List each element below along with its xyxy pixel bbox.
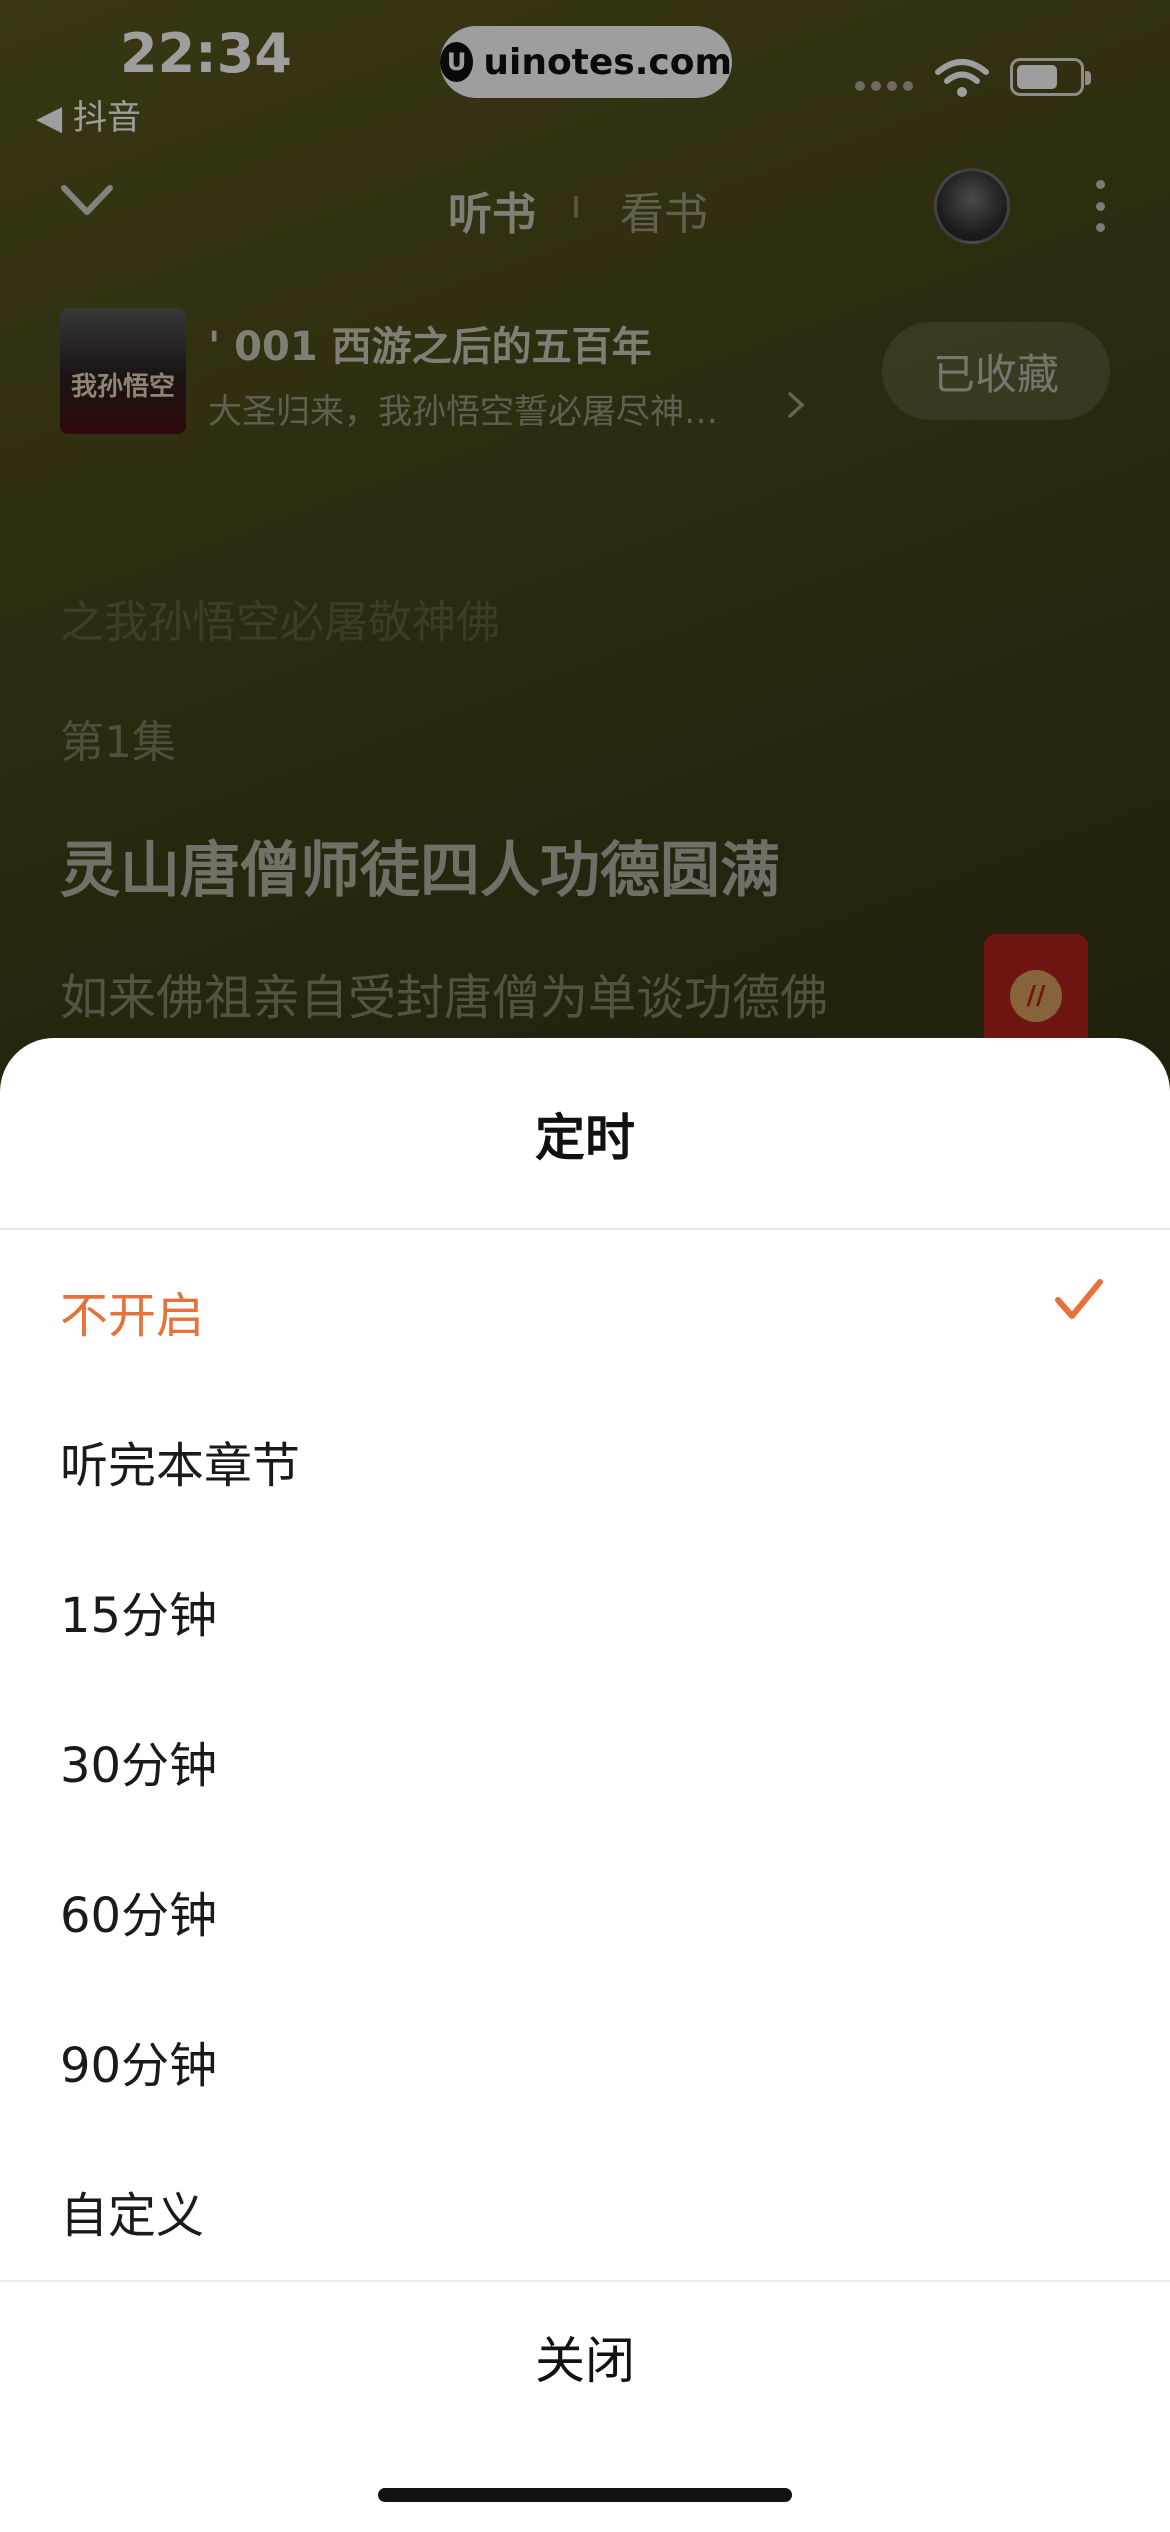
option-label: 15分钟 xyxy=(60,1588,218,1644)
timer-option-chapter[interactable]: 听完本章节 xyxy=(0,1380,1170,1530)
sheet-title: 定时 xyxy=(535,1109,635,1167)
option-label: 听完本章节 xyxy=(60,1438,301,1494)
option-label: 90分钟 xyxy=(60,2038,218,2094)
timer-option-15[interactable]: 15分钟 xyxy=(0,1530,1170,1680)
home-indicator xyxy=(378,2488,792,2502)
close-button[interactable]: 关闭 xyxy=(0,2288,1170,2434)
divider xyxy=(0,2280,1170,2282)
option-label: 自定义 xyxy=(60,2188,205,2244)
option-label: 不开启 xyxy=(60,1288,205,1344)
timer-sheet: 定时 不开启 听完本章节 15分钟 30分钟 60分钟 90分钟 自定义 关闭 xyxy=(0,1038,1170,2532)
timer-option-off[interactable]: 不开启 xyxy=(0,1230,1170,1380)
timer-option-90[interactable]: 90分钟 xyxy=(0,1980,1170,2130)
checkmark-icon xyxy=(1055,1279,1103,1319)
option-label: 60分钟 xyxy=(60,1888,218,1944)
option-label: 30分钟 xyxy=(60,1738,218,1794)
timer-option-30[interactable]: 30分钟 xyxy=(0,1680,1170,1830)
timer-option-60[interactable]: 60分钟 xyxy=(0,1830,1170,1980)
timer-option-custom[interactable]: 自定义 xyxy=(0,2130,1170,2280)
